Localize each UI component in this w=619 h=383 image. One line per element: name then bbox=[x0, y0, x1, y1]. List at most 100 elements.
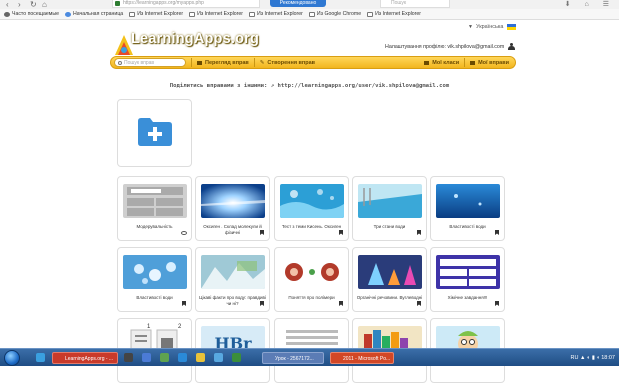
nav-create-app[interactable]: ✎ Створення вправ bbox=[260, 60, 315, 66]
app-card[interactable]: Властивості води bbox=[430, 176, 505, 241]
bookmark-label: Из Internet Explorer bbox=[137, 11, 184, 17]
app-thumbnail bbox=[436, 255, 500, 289]
app-icon[interactable] bbox=[160, 353, 169, 362]
system-tray[interactable]: RU ▲ ◐ ▮ ◖ 18:07 bbox=[571, 352, 615, 364]
windows-taskbar: LearningApps.org - ... Урок - 2567172...… bbox=[0, 348, 619, 366]
bookmark-item[interactable]: Часто посещаемые bbox=[4, 11, 59, 17]
recommended-pill[interactable]: Рекомендовано bbox=[270, 0, 326, 7]
nav-my-apps[interactable]: Мої вправи bbox=[470, 60, 509, 66]
bookmark-icon[interactable] bbox=[339, 301, 343, 306]
bookmark-item[interactable]: Из Internet Explorer bbox=[189, 11, 243, 17]
app-card[interactable]: Властивості води bbox=[117, 247, 192, 312]
bookmark-item[interactable]: Из Internet Explorer bbox=[129, 11, 183, 17]
bookmark-icon[interactable] bbox=[417, 230, 421, 235]
start-button[interactable] bbox=[4, 350, 20, 366]
app-card[interactable]: Поняття про полімери bbox=[274, 247, 349, 312]
app-title: Органічні речовини. Вуглеводні bbox=[356, 295, 423, 300]
folder-icon bbox=[367, 11, 374, 17]
profile-label: Налаштування профілю: vik.shpilova@gmail… bbox=[385, 43, 505, 50]
folder-icon bbox=[308, 11, 315, 17]
bookmark-icon[interactable] bbox=[339, 230, 343, 235]
bookmark-label: Из Google Chrome bbox=[316, 11, 362, 17]
app-search-input[interactable]: Пошук вправ bbox=[114, 58, 186, 67]
ie-icon[interactable] bbox=[36, 353, 45, 362]
toolbar-icons[interactable]: ⬇ ⌂ ☰ bbox=[565, 0, 615, 9]
nav-divider bbox=[191, 58, 192, 67]
app-card[interactable]: Органічні речовини. Вуглеводні bbox=[352, 247, 427, 312]
search-icon bbox=[118, 60, 122, 65]
app-card[interactable]: Модерувальність bbox=[117, 176, 192, 241]
main-navbar: Пошук вправ Перегляд вправ ✎ Створення в… bbox=[110, 56, 516, 69]
chat-icon[interactable] bbox=[214, 353, 223, 362]
bookmark-icon[interactable] bbox=[495, 301, 499, 306]
app-card[interactable]: Тест з теми Кисень. Оксиген bbox=[274, 176, 349, 241]
app-title: Цікаві факти про воду: правдиві чи ні? bbox=[199, 295, 266, 306]
doc-number-2: 2 bbox=[178, 324, 182, 330]
pencil-icon: ✎ bbox=[259, 59, 265, 66]
forward-icon[interactable]: › bbox=[18, 0, 21, 9]
app-title: Оксиген . Склад молекули й фізичні bbox=[203, 224, 262, 235]
nav-browse-label: Перегляд вправ bbox=[205, 59, 249, 66]
app-card[interactable]: Цікаві факти про воду: правдиві чи ні? bbox=[195, 247, 270, 312]
search-placeholder: Пошук вправ bbox=[124, 59, 155, 66]
taskbar-app-label: Урок - 2567172... bbox=[275, 356, 314, 362]
app-title: Поняття про полімери bbox=[288, 295, 335, 300]
language-label: Українська bbox=[475, 24, 504, 30]
app-thumbnail bbox=[280, 255, 344, 289]
share-link-text[interactable]: Поділитись вправами з іншими: ⇗ http://l… bbox=[0, 83, 619, 89]
browser-toolbar: ‹ › ↻ ⌂ https://learningapps.org/myapps.… bbox=[0, 0, 619, 9]
taskbar-app-powerpoint[interactable]: 2011 - Microsoft Po... bbox=[330, 352, 394, 364]
logo-text: LearningApps.org bbox=[131, 31, 260, 47]
word-icon[interactable] bbox=[178, 353, 187, 362]
nav-my-apps-label: Мої вправи bbox=[478, 59, 509, 66]
bookmark-item[interactable]: Из Google Chrome bbox=[308, 11, 362, 17]
app-thumbnail bbox=[123, 255, 187, 289]
folder-icon[interactable] bbox=[196, 353, 205, 362]
address-bar[interactable]: https://learningapps.org/myapps.php bbox=[112, 0, 260, 8]
app-title: Властивості води bbox=[136, 295, 173, 300]
nav-my-classes[interactable]: Мої класи bbox=[424, 60, 459, 66]
caret-down-icon: ▼ bbox=[468, 24, 473, 30]
explorer-icon[interactable] bbox=[142, 353, 151, 362]
taskbar-app-lesson[interactable]: Урок - 2567172... bbox=[262, 352, 324, 364]
app-title: Три стани води bbox=[373, 224, 406, 229]
app-card[interactable]: Оксиген . Склад молекули й фізичні bbox=[195, 176, 270, 241]
url-text: https://learningapps.org/myapps.php bbox=[123, 0, 204, 6]
eye-icon[interactable] bbox=[181, 231, 187, 235]
language-selector[interactable]: ▼ Українська bbox=[468, 24, 516, 30]
taskbar-app-firefox[interactable]: LearningApps.org - ... bbox=[52, 352, 118, 364]
nav-browse-apps[interactable]: Перегляд вправ bbox=[197, 60, 249, 66]
back-icon[interactable]: ‹ bbox=[6, 0, 9, 9]
app-card[interactable]: Хімічне завдання!!! bbox=[430, 247, 505, 312]
bookmark-icon[interactable] bbox=[417, 301, 421, 306]
browser-search-field[interactable]: Пошук bbox=[380, 0, 450, 8]
doc-number-1: 1 bbox=[147, 324, 151, 330]
reload-icon[interactable]: ↻ bbox=[30, 0, 37, 9]
app-thumbnail bbox=[201, 255, 265, 289]
bookmark-item[interactable]: Начальная страница bbox=[64, 11, 124, 17]
bookmark-label: Из Internet Explorer bbox=[375, 11, 421, 17]
excel-icon[interactable] bbox=[232, 353, 241, 362]
profile-settings-link[interactable]: Налаштування профілю: vik.shpilova@gmail… bbox=[385, 43, 516, 50]
nav-create-label: Створення вправ bbox=[267, 59, 316, 66]
app-card[interactable]: Три стани води bbox=[352, 176, 427, 241]
folder-icon bbox=[129, 11, 136, 17]
app-title: Властивості води bbox=[449, 224, 486, 229]
user-icon bbox=[508, 43, 516, 50]
bookmark-label: Начальная страница bbox=[72, 11, 124, 17]
bookmark-icon[interactable] bbox=[495, 230, 499, 235]
bookmarks-bar: Часто посещаемые Начальная страница Из I… bbox=[0, 9, 619, 20]
taskbar-app-label: LearningApps.org - ... bbox=[65, 356, 114, 362]
globe-icon bbox=[64, 11, 71, 17]
app-thumbnail bbox=[358, 184, 422, 218]
app-thumbnail bbox=[436, 184, 500, 218]
bookmark-label: Часто посещаемые bbox=[12, 11, 59, 17]
bookmark-item[interactable]: Из Internet Explorer bbox=[367, 11, 421, 17]
media-icon[interactable] bbox=[124, 353, 133, 362]
home-icon[interactable]: ⌂ bbox=[42, 0, 47, 9]
bookmark-icon[interactable] bbox=[182, 301, 186, 306]
gear-icon bbox=[4, 11, 10, 17]
new-folder-card[interactable] bbox=[117, 99, 192, 167]
bookmark-item[interactable]: Из Internet Explorer bbox=[249, 11, 303, 17]
bookmark-label: Из Internet Explorer bbox=[197, 11, 243, 17]
